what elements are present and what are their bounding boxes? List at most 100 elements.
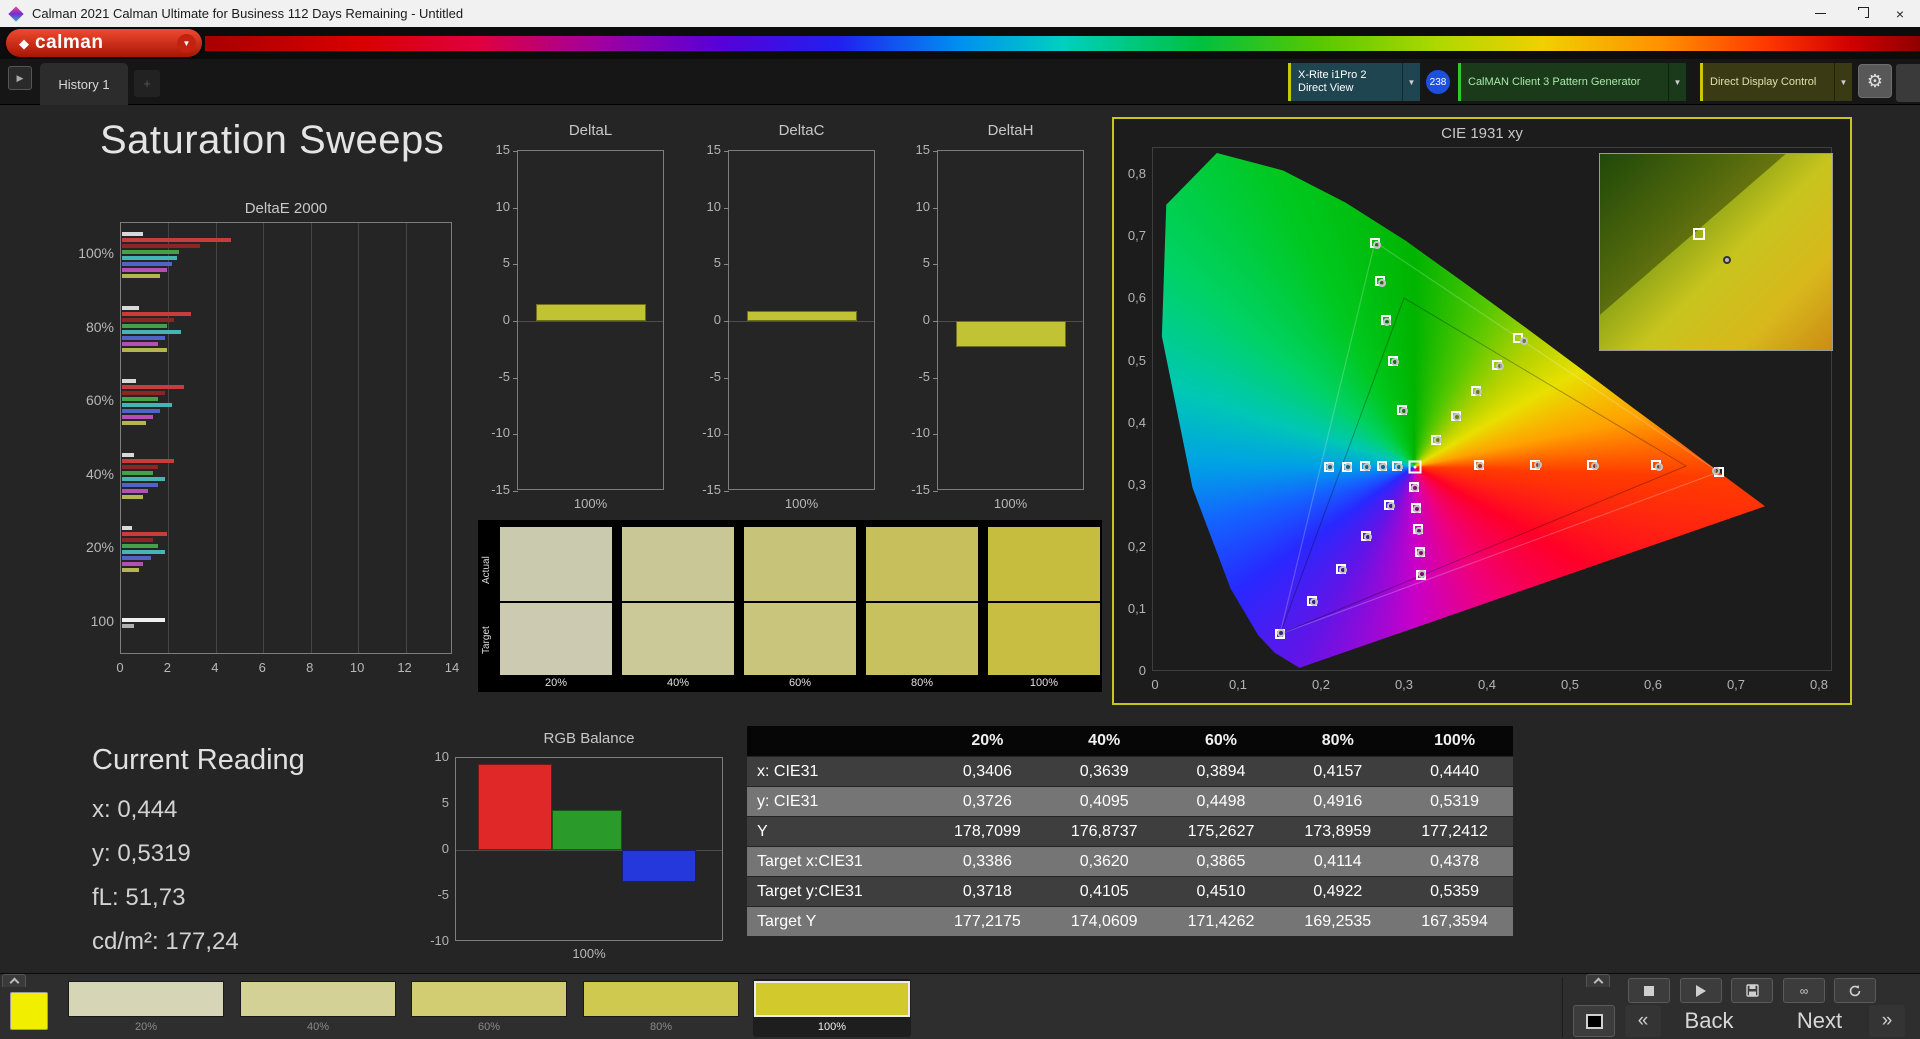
current-pattern-color-tile[interactable] [10, 992, 48, 1030]
back-button[interactable]: Back [1663, 1005, 1755, 1037]
meter-dropdown[interactable]: X-Rite i1Pro 2 Direct View ▼ [1288, 63, 1420, 101]
deltae-bar [122, 562, 144, 566]
deltae-bar [122, 232, 144, 236]
pattern-label: 60% [477, 1021, 501, 1033]
pattern-button-80%[interactable]: 80% [582, 979, 740, 1037]
white-point-marker [1408, 460, 1421, 474]
continuous-measure-button[interactable]: ∞ [1783, 978, 1825, 1003]
reading-cdm2: cd/m²: 177,24 [92, 928, 239, 955]
cell-value: 0,4114 [1313, 852, 1362, 870]
pattern-window-icon [1585, 1013, 1603, 1029]
axis-tick-label: 5 [502, 255, 510, 271]
tick-mark [513, 491, 518, 492]
toolbar-overflow-button[interactable] [1896, 64, 1920, 102]
stop-button[interactable] [1628, 978, 1670, 1003]
cell-value: 0,3865 [1196, 852, 1246, 870]
axis-tick-label: 2 [163, 660, 172, 675]
tick-mark [933, 207, 938, 209]
axis-tick-label: 0 [922, 312, 930, 327]
gridline [405, 223, 407, 653]
deltac-chart: DeltaC 100% 15 10 5 0 -5 -10 -15 [673, 122, 888, 522]
axis-tick-label: 40% [85, 465, 114, 482]
expand-arrow-icon: ▶ [16, 72, 24, 83]
restore-button[interactable] [1840, 0, 1880, 27]
deltae-bar [122, 556, 151, 560]
cell-value: 0,4916 [1313, 792, 1363, 810]
deltae-bar [122, 391, 165, 395]
close-icon: × [1895, 5, 1905, 22]
column-header: 40% [1088, 732, 1121, 749]
pattern-window-button[interactable] [1573, 1005, 1615, 1037]
blue-bar [622, 850, 696, 883]
axis-tick-label: -5 [918, 368, 930, 384]
pattern-swatch [240, 981, 396, 1017]
axis-tick-label: 5 [441, 795, 449, 810]
column-header: 80% [1321, 732, 1354, 749]
axis-tick-label: -10 [430, 933, 449, 948]
axis-tick-label: 0 [116, 660, 124, 675]
tab-history-1[interactable]: History 1 [40, 63, 128, 105]
deltae-bar [122, 538, 153, 542]
refresh-button[interactable] [1834, 978, 1876, 1003]
measured-point [1309, 598, 1318, 607]
pattern-button-60%[interactable]: 60% [410, 979, 568, 1037]
calman-logo-button[interactable]: ◆ calman ▼ [6, 29, 202, 57]
header-strip: ◆ calman ▼ [0, 27, 1920, 59]
axis-tick-label: 14 [444, 660, 460, 675]
pattern-button-40%[interactable]: 40% [239, 979, 397, 1037]
cell-value: 177,2175 [954, 912, 1021, 930]
display-control-text: Direct Display Control [1703, 74, 1834, 91]
window-title: Calman 2021 Calman Ultimate for Business… [32, 6, 464, 21]
row-label: Y [757, 822, 768, 840]
logo-menu-arrow[interactable]: ▼ [177, 33, 196, 53]
column-header: 60% [1204, 732, 1237, 749]
table-row: Y 178,7099 176,8737 175,2627 173,8959 177,241… [747, 817, 1513, 847]
axis-tick-label: 4 [211, 660, 219, 675]
display-control-dropdown-arrow[interactable]: ▼ [1834, 63, 1852, 101]
meter-mode: Direct View [1298, 82, 1354, 94]
display-control-dropdown[interactable]: Direct Display Control ▼ [1700, 63, 1852, 101]
pattern-button-20%[interactable]: 20% [67, 979, 225, 1037]
deltah-x-label: 100% [993, 496, 1028, 511]
axis-tick-label: 20% [85, 539, 114, 555]
gridline [358, 223, 360, 653]
expand-panel-button-left[interactable] [2, 974, 26, 988]
pattern-label: 80% [649, 1021, 673, 1033]
deltae-bar [122, 262, 172, 266]
pattern-source-dropdown-arrow[interactable]: ▼ [1668, 63, 1686, 101]
chevrons-right-icon: » [1881, 1010, 1893, 1031]
deltae-bar [122, 347, 168, 352]
expand-panel-button-right[interactable] [1586, 974, 1610, 988]
play-button[interactable] [1680, 978, 1722, 1003]
axis-tick-label: 0,8 [1127, 166, 1146, 182]
caret-up-icon [9, 977, 19, 988]
minimize-button[interactable] [1800, 0, 1840, 27]
new-tab-button[interactable]: + [134, 70, 160, 97]
save-button[interactable] [1731, 978, 1773, 1003]
cie-chart-title: CIE 1931 xy [1441, 125, 1523, 142]
gridline [168, 223, 170, 653]
next-chevron-button[interactable]: » [1869, 1005, 1905, 1037]
deltah-chart-plot [933, 150, 1084, 492]
axis-tick-label: 100% [78, 245, 114, 261]
table-row: Target x:CIE31 0,3386 0,3620 0,3865 0,4114 0,… [747, 847, 1513, 877]
close-button[interactable]: × [1880, 0, 1920, 27]
axis-tick-label: 0,4 [1127, 414, 1146, 430]
inset-measured-point [1722, 255, 1731, 264]
table-row: Target y:CIE31 0,3718 0,4105 0,4510 0,4922 0,… [747, 877, 1513, 907]
history-panel-toggle[interactable]: ▶ [8, 66, 32, 90]
pattern-button-100%[interactable]: 100% [753, 979, 911, 1037]
meter-dropdown-arrow[interactable]: ▼ [1402, 63, 1420, 101]
deltae-bar [122, 494, 144, 499]
delta-value-bar [747, 310, 857, 321]
pattern-source-dropdown[interactable]: CalMAN Client 3 Pattern Generator ▼ [1458, 63, 1686, 101]
next-button[interactable]: Next [1772, 1005, 1867, 1037]
deltae-bar [122, 397, 158, 401]
settings-button[interactable]: ⚙ [1858, 64, 1892, 98]
row-label: Target x:CIE31 [757, 852, 863, 870]
deltae-bar [122, 238, 232, 242]
back-chevron-button[interactable]: « [1625, 1005, 1661, 1037]
meter-count-badge: 238 [1426, 70, 1450, 94]
measured-point [1476, 462, 1485, 471]
deltae-bar [122, 323, 168, 328]
